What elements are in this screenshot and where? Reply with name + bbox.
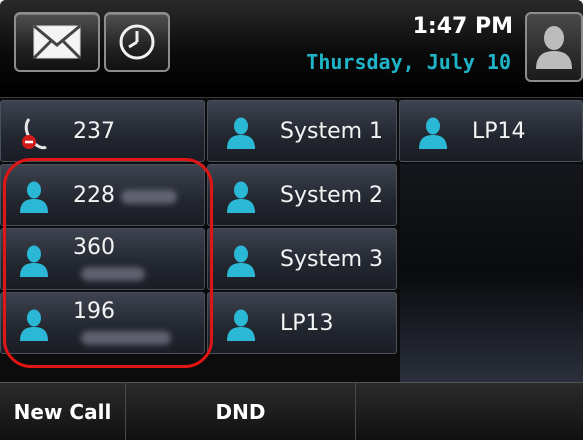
phone-screen: 1:47 PM Thursday, July 10 237 System 1 L…	[0, 0, 583, 440]
line-key-lp14[interactable]: LP14	[399, 100, 583, 162]
line-key-system-1[interactable]: System 1	[207, 100, 397, 162]
line-key-system-3[interactable]: System 3	[207, 228, 397, 290]
line-label: System 3	[280, 247, 384, 272]
line-row-1: 237 System 1 LP14	[0, 100, 583, 164]
user-icon	[536, 26, 572, 69]
redacted-name	[81, 331, 171, 345]
line-key-360[interactable]: 360	[0, 228, 205, 290]
line-label: 237	[73, 119, 115, 144]
user-icon	[227, 309, 255, 341]
line-label: 228	[73, 183, 115, 208]
line-label: 196	[73, 299, 115, 324]
line-label: LP14	[472, 119, 526, 144]
user-icon	[419, 117, 447, 149]
line-key-lp13[interactable]: LP13	[207, 292, 397, 354]
line-label: System 1	[280, 119, 384, 144]
line-label: LP13	[280, 311, 334, 336]
user-icon	[20, 309, 48, 341]
call-history-button[interactable]	[104, 12, 170, 72]
clock-icon	[119, 24, 155, 60]
user-icon	[227, 117, 255, 149]
status-header: 1:47 PM Thursday, July 10	[0, 0, 583, 98]
user-icon	[20, 181, 48, 213]
line-key-228[interactable]: 228	[0, 164, 205, 226]
handset-missed-icon	[22, 118, 47, 150]
date-display: Thursday, July 10	[306, 50, 511, 74]
line-key-system-2[interactable]: System 2	[207, 164, 397, 226]
redacted-name	[81, 267, 145, 281]
empty-softkey	[356, 383, 583, 440]
new-call-softkey[interactable]: New Call	[0, 383, 126, 440]
line-key-237[interactable]: 237	[0, 100, 205, 162]
redacted-name	[121, 190, 177, 204]
time-display: 1:47 PM	[412, 14, 513, 39]
line-row-3: 360 System 3	[0, 228, 400, 292]
line-row-4: 196 LP13	[0, 292, 400, 356]
line-label: 360	[73, 235, 115, 260]
user-icon	[20, 245, 48, 277]
line-label: System 2	[280, 183, 384, 208]
empty-line-area	[400, 164, 583, 382]
dnd-softkey[interactable]: DND	[126, 383, 356, 440]
user-icon	[227, 181, 255, 213]
softkey-bar: New Call DND	[0, 382, 583, 440]
user-icon	[227, 245, 255, 277]
envelope-icon	[33, 25, 81, 59]
line-row-2: 228 System 2	[0, 164, 400, 228]
user-profile-button[interactable]	[525, 12, 583, 82]
messages-button[interactable]	[14, 12, 100, 72]
line-key-196[interactable]: 196	[0, 292, 205, 354]
